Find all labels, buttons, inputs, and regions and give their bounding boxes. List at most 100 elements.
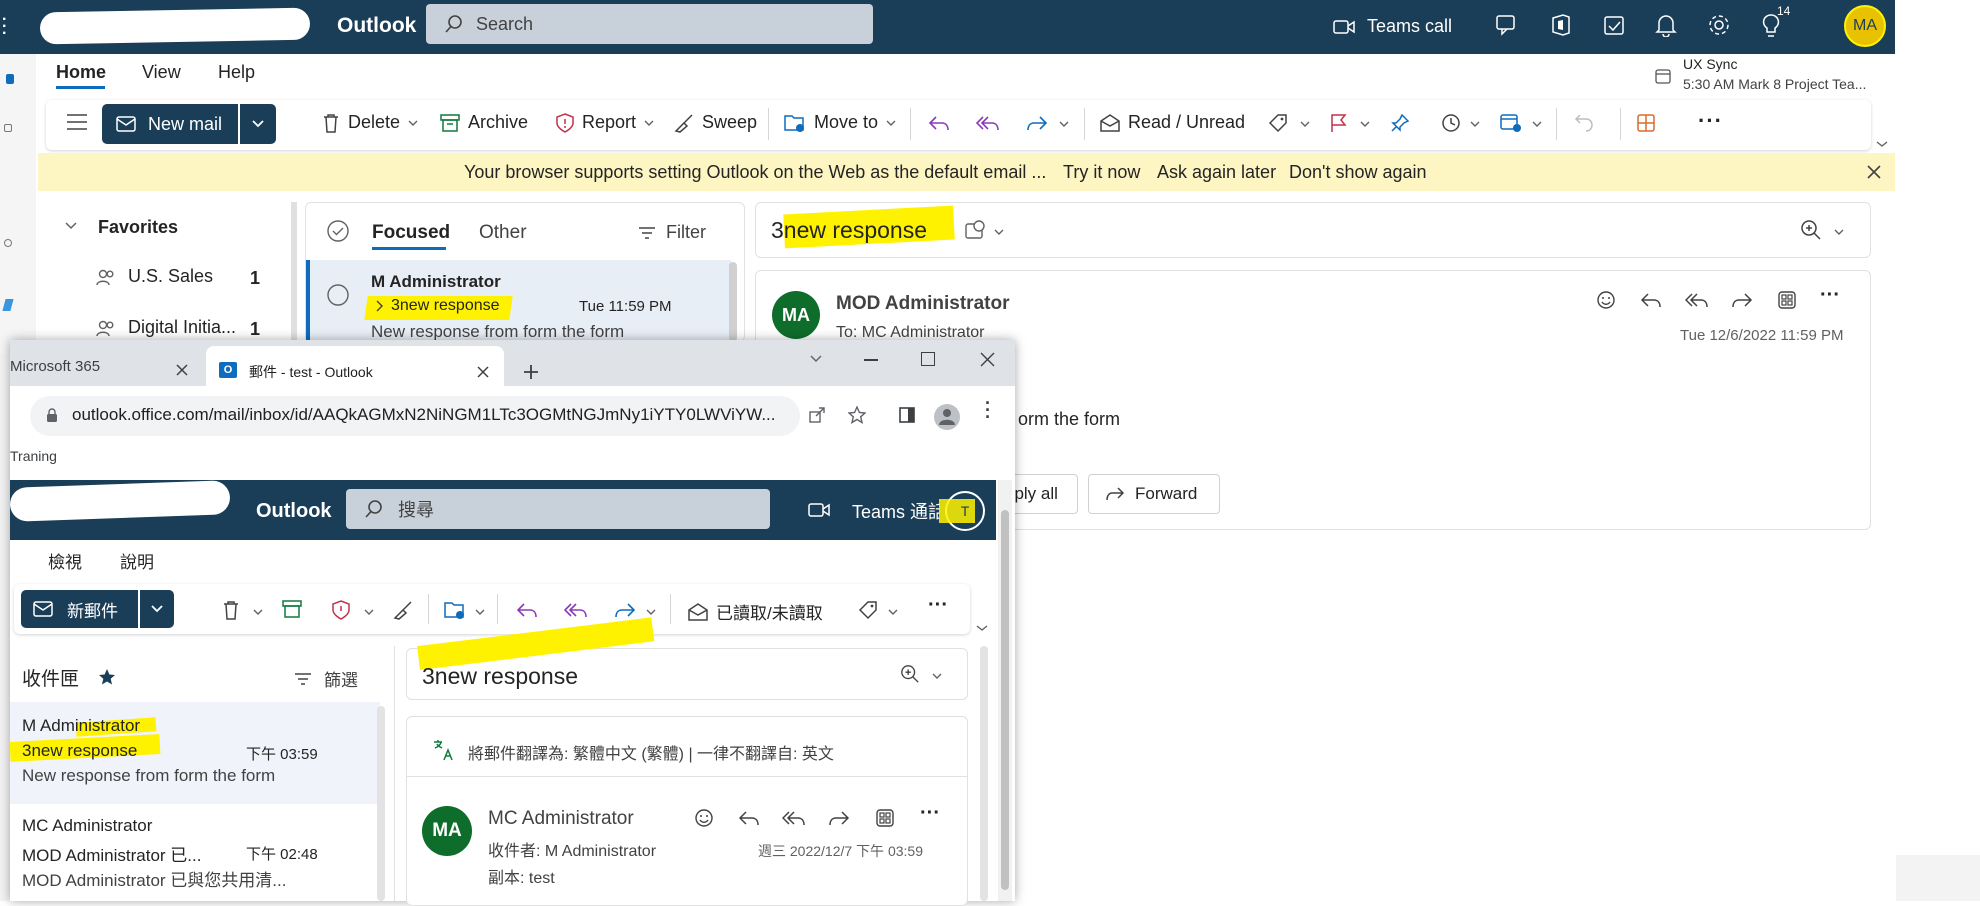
forward-icon[interactable] xyxy=(1731,291,1753,309)
chevron-down-icon[interactable] xyxy=(253,608,263,616)
emoji-react-icon[interactable] xyxy=(694,808,714,828)
calendar-check-icon[interactable] xyxy=(1602,13,1626,37)
forward-icon[interactable] xyxy=(1026,114,1048,132)
chevron-down-icon[interactable] xyxy=(1300,120,1310,128)
apps-addin-icon[interactable] xyxy=(1636,113,1656,133)
favorite-item-digital-initiative[interactable]: Digital Initia... xyxy=(96,317,271,338)
profile-avatar[interactable] xyxy=(934,404,960,430)
browser-tab-inactive[interactable]: Microsoft 365 xyxy=(10,358,100,375)
chevron-down-icon[interactable] xyxy=(1059,120,1069,128)
front-account-avatar[interactable]: T xyxy=(939,491,985,531)
reply-all-icon[interactable] xyxy=(976,114,1000,132)
tab-view[interactable]: View xyxy=(142,62,181,83)
zoom-icon[interactable] xyxy=(1800,219,1822,241)
shield-report-icon[interactable] xyxy=(332,600,350,620)
translate-bar-text[interactable]: 將郵件翻譯為: 繁體中文 (繁體) | 一律不翻譯自: 英文 xyxy=(468,740,834,764)
office-icon[interactable] xyxy=(1549,13,1573,37)
emoji-react-icon[interactable] xyxy=(1596,290,1616,310)
bookmark-star-icon[interactable] xyxy=(848,406,866,424)
banner-dont-show[interactable]: Don't show again xyxy=(1289,162,1427,183)
reply-all-icon[interactable] xyxy=(782,809,806,827)
chevron-down-icon[interactable] xyxy=(976,624,988,632)
settings-gear-icon[interactable] xyxy=(1707,13,1731,37)
app-launcher-edge[interactable]: · · · xyxy=(0,0,10,54)
sender-avatar[interactable]: MA xyxy=(772,291,820,339)
browser-scrollbar[interactable] xyxy=(998,480,1012,901)
trash-icon[interactable] xyxy=(222,600,240,620)
calendar-app-icon[interactable] xyxy=(4,124,12,132)
read-unread-button[interactable]: Read / Unread xyxy=(1100,112,1245,133)
front-sender-avatar[interactable]: MA xyxy=(422,806,472,856)
forward-icon[interactable] xyxy=(828,809,850,827)
report-button[interactable]: Report xyxy=(556,112,654,133)
pin-icon[interactable] xyxy=(1390,113,1410,133)
reply-all-icon[interactable] xyxy=(564,601,588,619)
maximize-icon[interactable] xyxy=(921,352,935,366)
sender-name[interactable]: MOD Administrator xyxy=(836,293,1009,315)
front-reading-scrollbar[interactable] xyxy=(980,646,988,901)
snooze-clock-icon[interactable] xyxy=(1441,113,1461,133)
flag-icon[interactable] xyxy=(1330,113,1348,133)
side-panel-icon[interactable] xyxy=(899,407,915,423)
star-favorite-icon[interactable] xyxy=(98,668,116,686)
close-icon[interactable] xyxy=(1866,164,1882,180)
address-url[interactable]: outlook.office.com/mail/inbox/id/AAQkAGM… xyxy=(72,405,776,425)
tab-home[interactable]: Home xyxy=(56,62,106,83)
chevron-down-icon[interactable] xyxy=(1532,120,1542,128)
new-tab-plus-icon[interactable] xyxy=(522,363,540,381)
delete-button[interactable]: Delete xyxy=(322,112,418,133)
chevron-down-icon[interactable] xyxy=(994,228,1004,236)
chevron-down-icon[interactable] xyxy=(1470,120,1480,128)
browser-menu-icon[interactable]: · · · xyxy=(985,394,991,426)
move-to-button[interactable]: Move to xyxy=(784,112,896,133)
select-all-check-icon[interactable] xyxy=(326,219,350,243)
tag-icon[interactable] xyxy=(858,600,878,620)
bookmark-traning[interactable]: Traning xyxy=(10,448,57,464)
front-new-mail-button[interactable]: 新郵件 xyxy=(21,590,138,628)
row-select-circle-icon[interactable] xyxy=(326,283,350,307)
tab-focused[interactable]: Focused xyxy=(372,222,450,244)
chevron-down-icon[interactable] xyxy=(364,608,374,616)
front-tab-view[interactable]: 檢視 xyxy=(48,548,82,573)
waffle-icon[interactable]: · · · xyxy=(2,12,7,42)
new-mail-button[interactable]: New mail xyxy=(102,104,238,144)
broom-icon[interactable] xyxy=(393,600,413,620)
chat-icon[interactable] xyxy=(1495,13,1519,37)
translate-icon[interactable] xyxy=(432,738,456,762)
forward-button[interactable]: Forward xyxy=(1088,474,1220,514)
bell-icon[interactable] xyxy=(1655,13,1677,37)
new-mail-dropdown[interactable] xyxy=(240,104,276,144)
folder-move-icon[interactable] xyxy=(444,600,466,620)
filter-button[interactable]: Filter xyxy=(638,222,706,243)
tab-other[interactable]: Other xyxy=(479,222,527,244)
chevron-down-icon[interactable] xyxy=(888,608,898,616)
favorites-header[interactable]: Favorites xyxy=(98,217,178,238)
reminder-detail[interactable]: 5:30 AM Mark 8 Project Tea... xyxy=(1683,76,1866,92)
sweep-button[interactable]: Sweep xyxy=(674,112,757,133)
sensitivity-icon[interactable] xyxy=(964,219,986,241)
banner-ask-later[interactable]: Ask again later xyxy=(1157,162,1276,183)
front-search-box[interactable]: 搜尋 xyxy=(346,489,770,529)
front-teams-call-label[interactable]: Teams 通話 xyxy=(852,498,940,524)
banner-try-it-now[interactable]: Try it now xyxy=(1063,162,1140,183)
more-actions-icon[interactable]: ··· xyxy=(1698,108,1723,134)
reply-icon[interactable] xyxy=(738,809,760,827)
close-icon[interactable] xyxy=(477,366,489,378)
front-read-unread-button[interactable]: 已讀取/未讀取 xyxy=(688,599,823,624)
todo-app-icon[interactable] xyxy=(2,299,14,311)
chevron-down-icon[interactable] xyxy=(64,221,78,231)
account-avatar[interactable]: MA xyxy=(1844,5,1886,47)
archive-icon[interactable] xyxy=(282,600,302,618)
front-new-mail-dropdown[interactable] xyxy=(140,590,174,628)
browser-scroll-thumb[interactable] xyxy=(1001,510,1009,890)
mail-app-icon[interactable] xyxy=(6,74,14,84)
reply-icon[interactable] xyxy=(1640,291,1662,309)
more-options-icon[interactable]: ··· xyxy=(920,802,940,825)
favorite-item-us-sales[interactable]: U.S. Sales xyxy=(96,266,271,287)
search-box[interactable]: Search xyxy=(426,4,873,44)
share-icon[interactable] xyxy=(808,406,826,424)
front-tab-help[interactable]: 說明 xyxy=(120,548,154,573)
reply-icon[interactable] xyxy=(928,114,950,132)
zoom-icon[interactable] xyxy=(900,664,920,684)
more-actions-icon[interactable]: ··· xyxy=(928,594,948,617)
